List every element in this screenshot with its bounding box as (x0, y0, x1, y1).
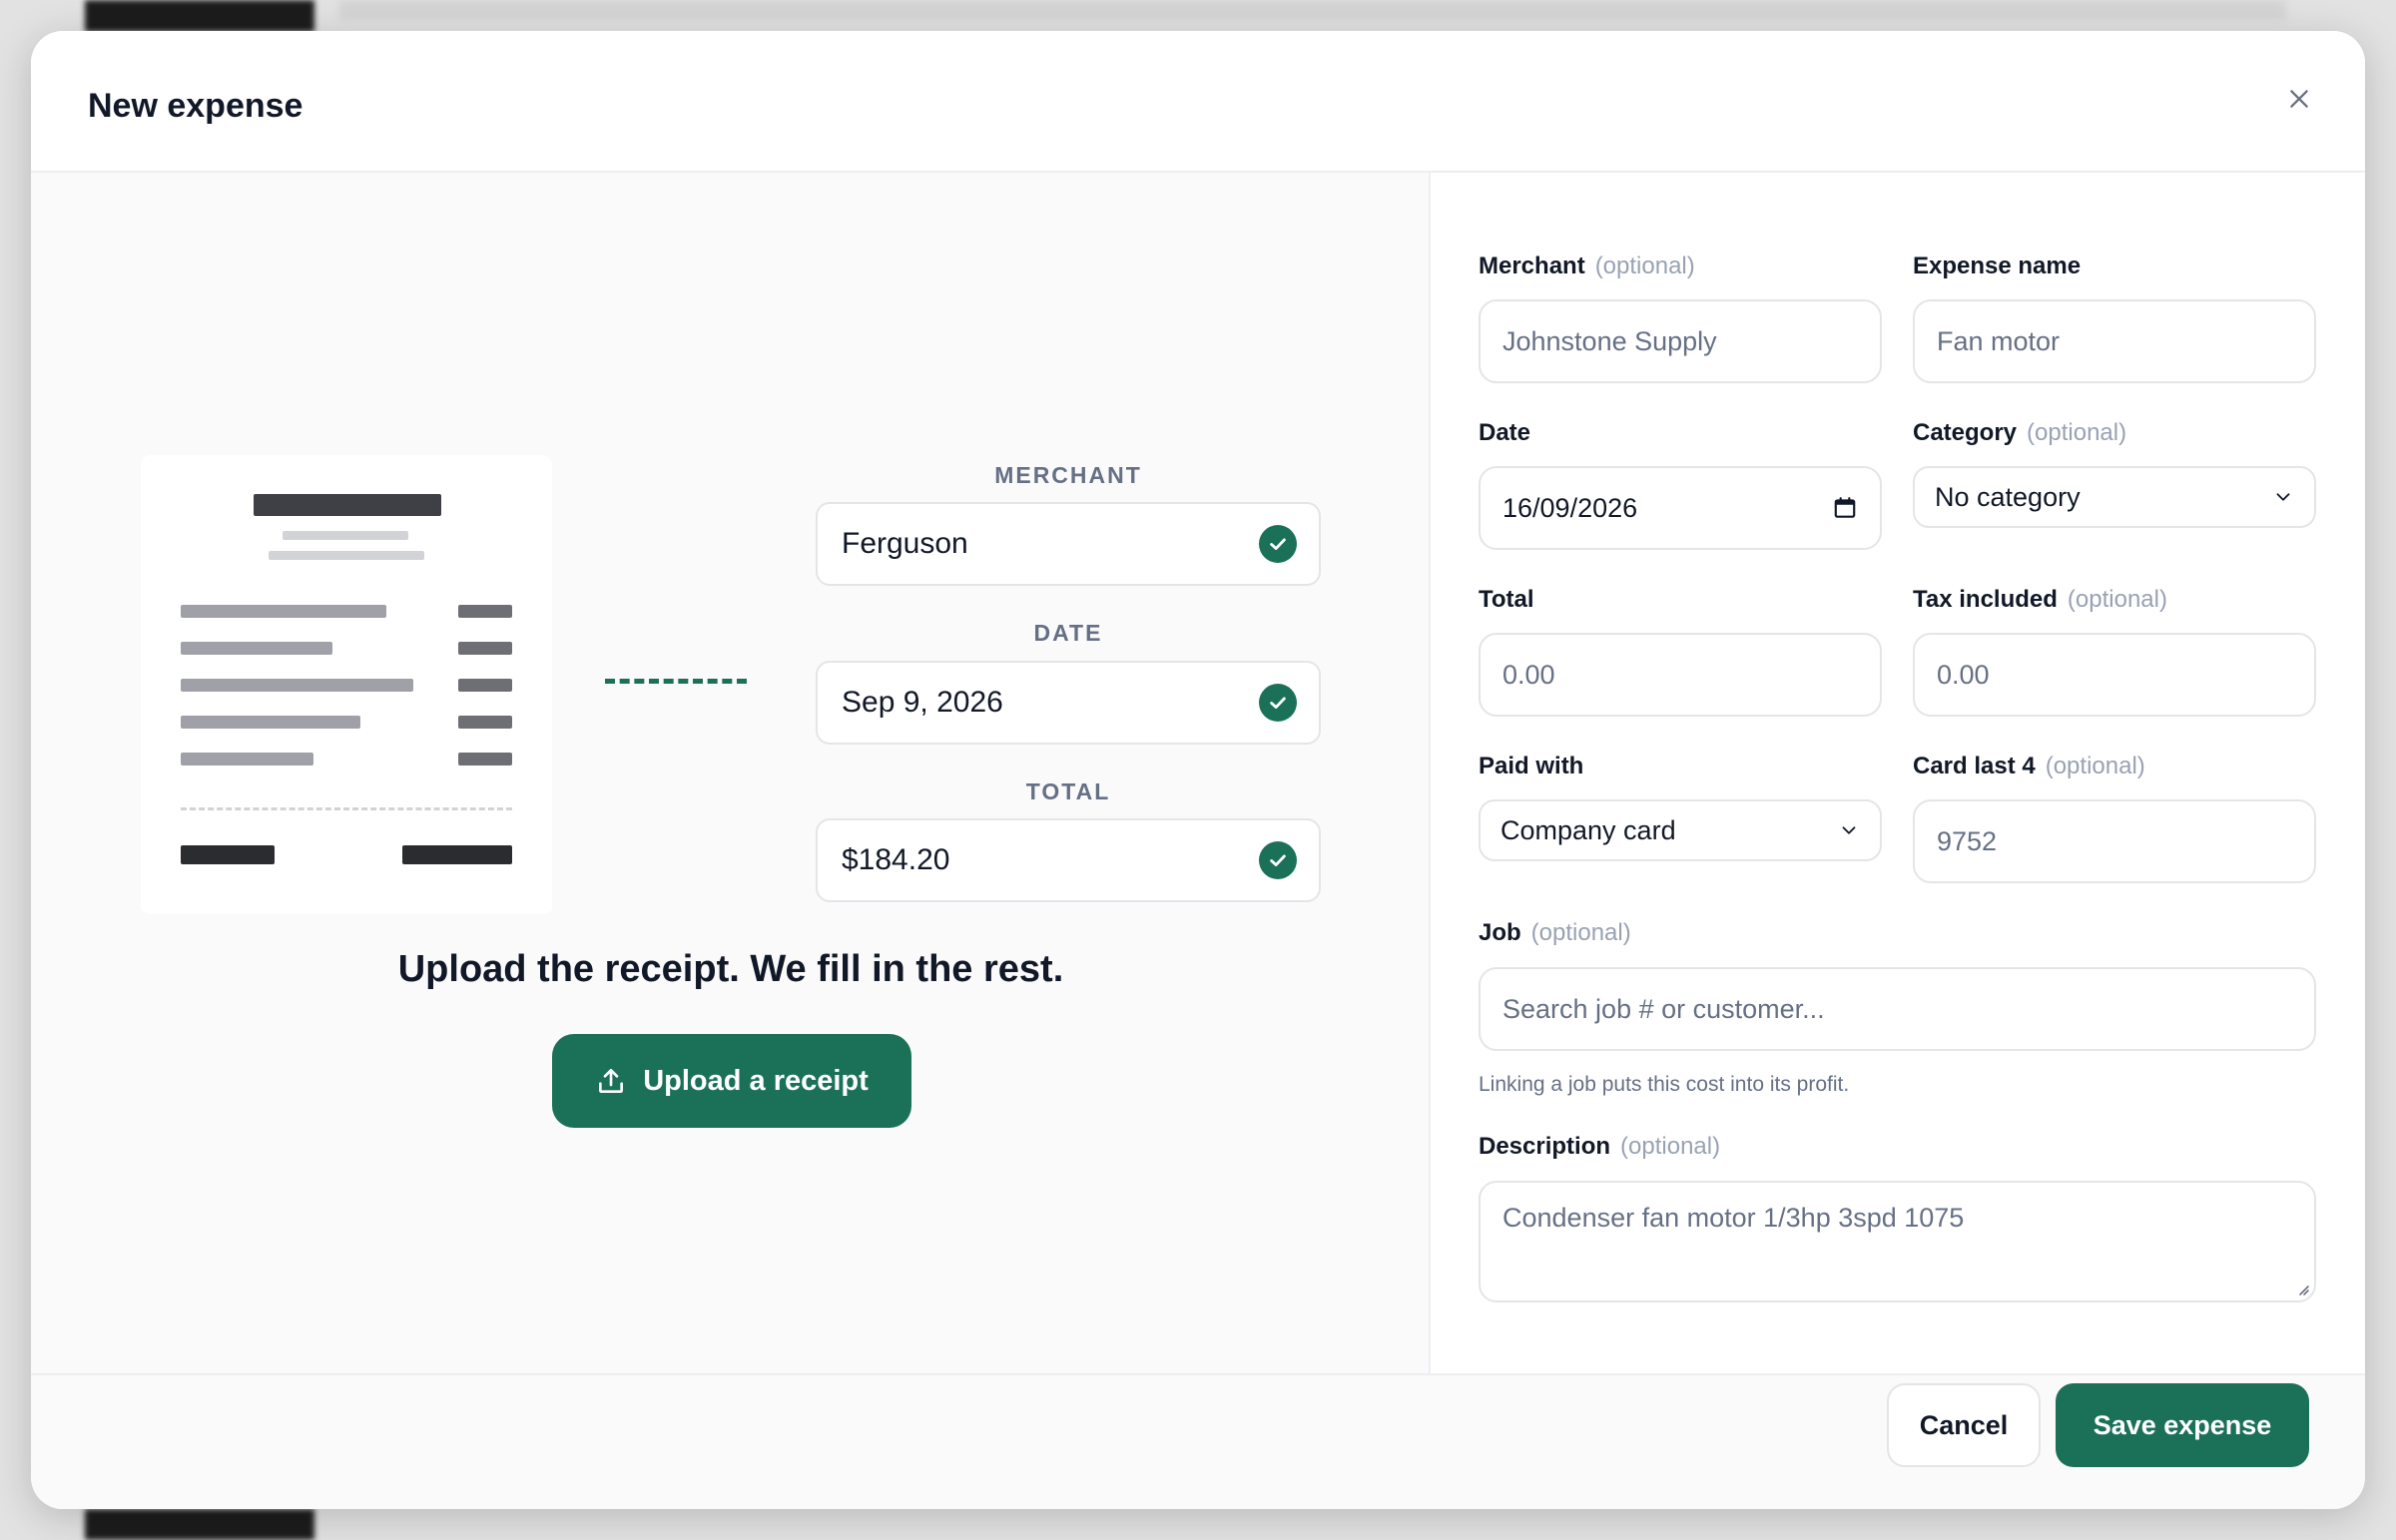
upload-receipt-button[interactable]: Upload a receipt (552, 1034, 911, 1128)
modal-title: New expense (88, 87, 303, 125)
extracted-date-label: DATE (1033, 620, 1103, 646)
check-icon (1259, 684, 1297, 722)
expense-name-input[interactable]: Fan motor (1913, 299, 2316, 383)
backdrop-shape (339, 0, 2286, 20)
merchant-input[interactable]: Johnstone Supply (1479, 299, 1882, 383)
total-label: Total (1479, 586, 1534, 613)
paid-with-select[interactable]: Company card (1479, 799, 1882, 861)
chevron-down-icon (2276, 493, 2290, 501)
tax-included-input[interactable]: 0.00 (1913, 633, 2316, 717)
close-icon (2290, 90, 2308, 108)
resize-handle-icon[interactable] (2294, 1281, 2310, 1296)
receipt-illustration (141, 455, 552, 914)
backdrop-shape (85, 0, 314, 32)
upload-icon (599, 1069, 624, 1093)
job-label: Job (optional) (1479, 919, 1631, 946)
job-search-input[interactable]: Search job # or customer... (1479, 967, 2316, 1051)
chevron-down-icon (1842, 826, 1856, 834)
cancel-button[interactable]: Cancel (1887, 1383, 2041, 1467)
extracted-total-field: $184.20 (816, 818, 1321, 902)
extracted-total-value: $184.20 (842, 843, 950, 876)
extracted-merchant-field: Ferguson (816, 502, 1321, 586)
category-label: Category (optional) (1913, 419, 2127, 446)
extracted-total-label: TOTAL (1025, 778, 1111, 804)
modal-header: New expense (31, 31, 2365, 173)
upload-receipt-label: Upload a receipt (643, 1064, 869, 1097)
tax-included-label: Tax included (optional) (1913, 586, 2167, 613)
new-expense-modal: New expense MERCHANT Ferguson DATE Sep 9… (31, 31, 2365, 1509)
date-input[interactable]: 16/09/2026 (1479, 466, 1882, 550)
merchant-label: Merchant (optional) (1479, 253, 1695, 279)
expense-name-label: Expense name (1913, 253, 2082, 279)
calendar-icon[interactable] (1832, 495, 1858, 521)
upload-headline: Upload the receipt. We fill in the rest. (397, 948, 1064, 990)
total-input[interactable]: 0.00 (1479, 633, 1882, 717)
card-last-4-label: Card last 4 (optional) (1913, 753, 2145, 779)
category-select[interactable]: No category (1913, 466, 2316, 528)
extracted-merchant-value: Ferguson (842, 527, 968, 560)
dashed-connector (605, 679, 747, 684)
job-helper-text: Linking a job puts this cost into its pr… (1479, 1073, 1850, 1096)
check-icon (1259, 841, 1297, 879)
receipt-upload-pane: MERCHANT Ferguson DATE Sep 9, 2026 TOTAL… (31, 173, 1431, 1373)
extracted-date-field: Sep 9, 2026 (816, 661, 1321, 745)
description-textarea[interactable]: Condenser fan motor 1/3hp 3spd 1075 (1479, 1181, 2316, 1302)
description-label: Description (optional) (1479, 1133, 1721, 1160)
paid-with-label: Paid with (1479, 753, 1584, 779)
backdrop-shape (85, 1509, 314, 1540)
extracted-date-value: Sep 9, 2026 (842, 686, 1003, 719)
save-expense-button[interactable]: Save expense (2056, 1383, 2309, 1467)
check-icon (1259, 525, 1297, 563)
close-button[interactable] (2277, 77, 2321, 121)
expense-form: Merchant (optional) Johnstone Supply Expe… (1433, 173, 2365, 1373)
card-last-4-input[interactable]: 9752 (1913, 799, 2316, 883)
extracted-merchant-label: MERCHANT (994, 462, 1142, 488)
date-label: Date (1479, 419, 1531, 446)
